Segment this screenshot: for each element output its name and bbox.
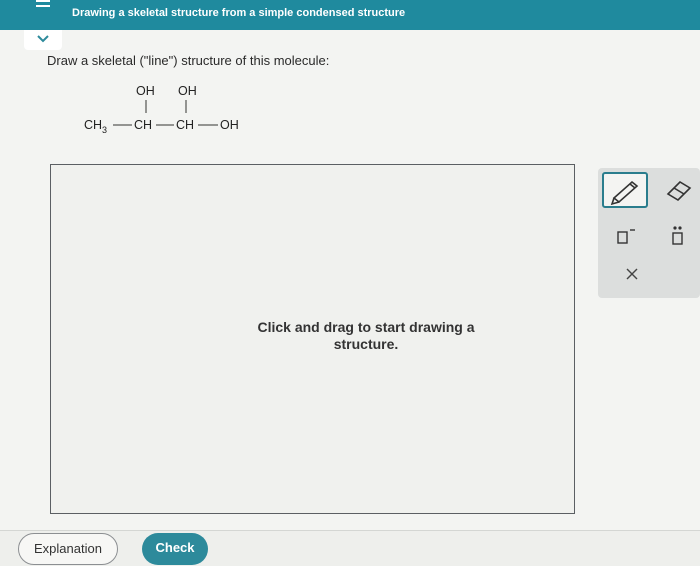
drawing-canvas[interactable]: Click and drag to start drawing a struct… (50, 164, 575, 514)
hydroxyl-label-end: OH (220, 118, 239, 132)
canvas-hint: Click and drag to start drawing a struct… (257, 319, 475, 352)
eraser-icon (666, 180, 692, 202)
explanation-button[interactable]: Explanation (18, 533, 118, 565)
hydroxyl-label-1: OH (136, 84, 155, 98)
condensed-structure: OH OH CH 3 CH CH OH (80, 80, 280, 140)
close-icon (626, 268, 638, 280)
hamburger-icon[interactable] (36, 0, 50, 14)
collapse-button[interactable] (24, 30, 62, 50)
methyl-label: CH (84, 118, 102, 132)
lone-pair-tool-button[interactable] (668, 224, 694, 248)
pencil-tool-button[interactable] (602, 172, 648, 208)
methyl-subscript: 3 (102, 125, 107, 135)
hydroxyl-label-2: OH (178, 84, 197, 98)
charge-icon (617, 229, 635, 244)
header-bar: Drawing a skeletal structure from a simp… (0, 0, 700, 30)
chevron-down-icon (37, 35, 49, 43)
clear-tool-button[interactable] (622, 264, 642, 284)
check-button[interactable]: Check (142, 533, 208, 565)
question-prompt: Draw a skeletal ("line") structure of th… (47, 53, 330, 68)
charge-tool-button[interactable] (614, 224, 640, 248)
eraser-tool-button[interactable] (664, 176, 694, 204)
ch-label-2: CH (176, 118, 194, 132)
drawing-toolbox (598, 168, 700, 298)
pencil-icon (610, 180, 639, 206)
ch-label-1: CH (134, 118, 152, 132)
page-title: Drawing a skeletal structure from a simp… (72, 7, 406, 19)
lone-pair-icon (672, 226, 683, 245)
